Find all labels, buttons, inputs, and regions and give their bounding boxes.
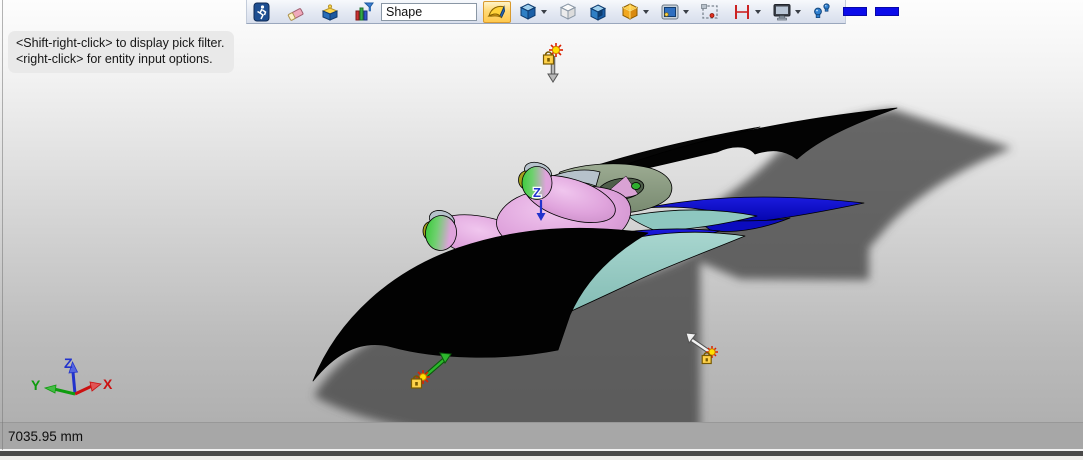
main-toolbar [246,0,899,24]
motion-runner-icon[interactable] [251,1,273,23]
z-marker-label: Z [533,185,541,200]
dropdown-arrow-icon[interactable] [755,9,761,14]
shape-field[interactable] [381,2,477,21]
wireframe-cube-icon[interactable] [557,1,579,23]
status-measurement: 7035.95 mm [8,428,84,444]
status-bar: 7035.95 mm [0,422,1083,449]
hint-line-2: <right-click> for entity input options. [16,52,213,66]
blue-swatch-2[interactable] [875,7,899,16]
chart-filter-icon[interactable] [353,1,375,23]
surface-mode-icon[interactable] [483,0,511,23]
light-widget-top[interactable] [542,43,564,83]
window-left-edge [2,0,3,450]
canopy-green-dot[interactable] [631,182,641,190]
lights-icon[interactable] [811,1,833,23]
triad-x-label: X [103,376,113,392]
dropdown-arrow-icon[interactable] [683,9,689,14]
display-monitor-icon[interactable] [771,1,793,23]
triad-y-label: Y [31,377,41,393]
triad-z-label: Z [64,355,73,371]
dimension-icon[interactable] [731,1,753,23]
window-frame-edge [0,456,1083,460]
hint-line-1: <Shift-right-click> to display pick filt… [16,36,225,50]
lock-icon [542,51,555,65]
solid-cube-icon[interactable] [517,1,539,23]
lock-icon [701,352,712,365]
dropdown-arrow-icon[interactable] [795,9,801,14]
hint-overlay: <Shift-right-click> to display pick filt… [8,31,235,73]
extrude-box-icon[interactable] [319,1,341,23]
section-cube-icon[interactable] [587,1,609,23]
dropdown-arrow-icon[interactable] [541,9,547,14]
facet-cube-icon[interactable] [619,1,641,23]
selection-region-icon[interactable] [699,1,721,23]
application-window: Z Z X Y Shape <Shift-right-click> to dis… [0,0,1083,460]
camera-view-icon[interactable] [659,1,681,23]
dropdown-arrow-icon[interactable] [643,9,649,14]
blue-swatch-1[interactable] [843,7,867,16]
coordinate-triad: Z X Y [31,355,113,396]
eraser-icon[interactable] [285,1,307,23]
